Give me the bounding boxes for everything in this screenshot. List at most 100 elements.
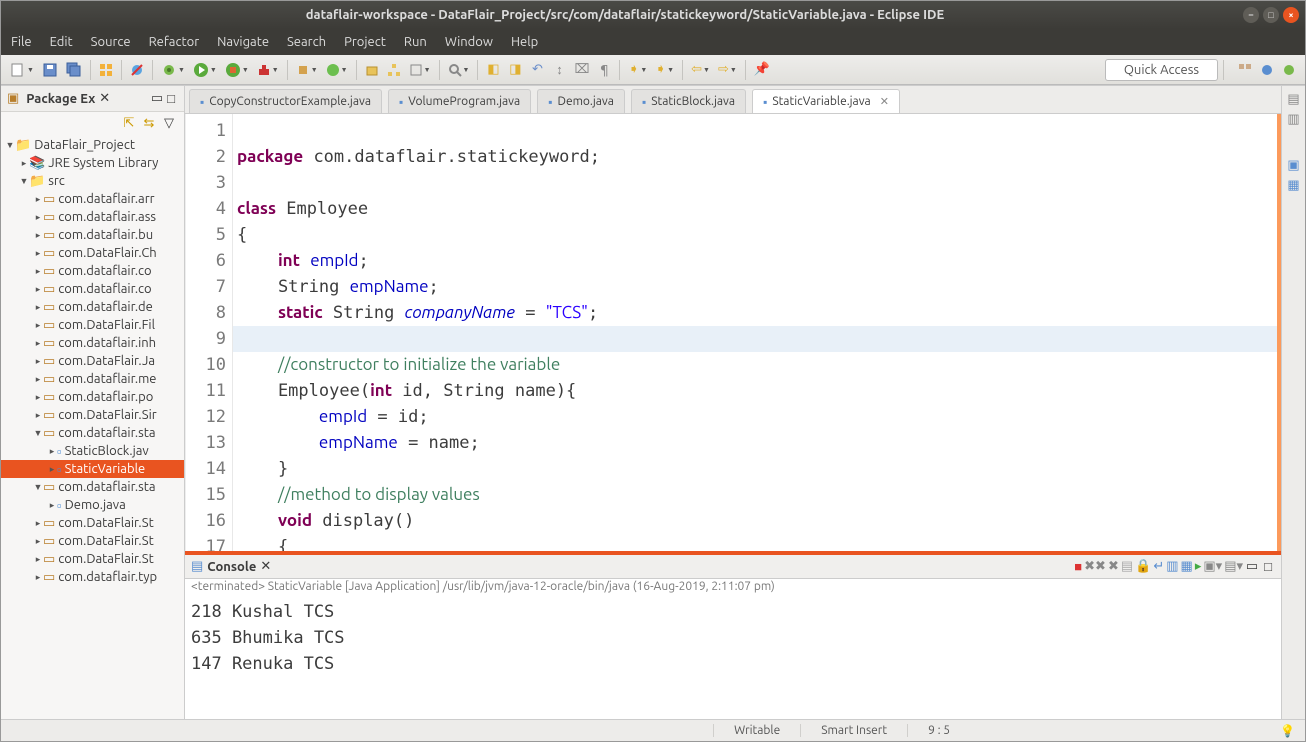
tree-item[interactable]: ▸▭com.DataFlair.St <box>1 532 184 550</box>
java-perspective-button[interactable] <box>1257 59 1277 81</box>
tree-item[interactable]: ▸▭com.dataflair.typ <box>1 568 184 586</box>
debug-perspective-button[interactable] <box>1279 59 1299 81</box>
project-tree[interactable]: ▼📁DataFlair_Project▸📚JRE System Library▼… <box>1 134 184 719</box>
open-type-button[interactable] <box>362 59 382 81</box>
tree-item[interactable]: ▸▭com.dataflair.inh <box>1 334 184 352</box>
tree-item[interactable]: ▸▭com.DataFlair.Fil <box>1 316 184 334</box>
tree-item[interactable]: ▸▭com.dataflair.arr <box>1 190 184 208</box>
tree-item[interactable]: ▸▭com.DataFlair.Sir <box>1 406 184 424</box>
tree-item[interactable]: ▼📁src <box>1 172 184 190</box>
tip-icon[interactable]: 💡 <box>1270 724 1305 738</box>
block-select-button[interactable]: ⌧ <box>571 59 592 81</box>
maximize-console-icon[interactable]: □ <box>1261 560 1275 574</box>
menu-file[interactable]: File <box>11 35 32 49</box>
run-button[interactable]: ▼ <box>190 59 220 81</box>
skip-breakpoints-button[interactable] <box>127 59 147 81</box>
back-button[interactable]: ⇦▼ <box>688 59 713 81</box>
quick-access[interactable]: Quick Access <box>1105 59 1218 81</box>
forward-button[interactable]: ⇨▼ <box>715 59 740 81</box>
tree-item[interactable]: ▸▭com.dataflair.ass <box>1 208 184 226</box>
search-button[interactable]: ▼ <box>445 59 473 81</box>
menu-refactor[interactable]: Refactor <box>149 35 200 49</box>
tree-item[interactable]: ▸▫Demo.java <box>1 496 184 514</box>
terminate-button[interactable]: ■ <box>1074 559 1082 574</box>
menu-navigate[interactable]: Navigate <box>217 35 269 49</box>
link-editor-icon[interactable]: ⇆ <box>142 116 156 130</box>
debug-button[interactable]: ▼ <box>158 59 188 81</box>
view-menu-icon[interactable]: ▽ <box>162 116 176 130</box>
scroll-lock-button[interactable]: 🔒 <box>1135 559 1151 574</box>
coverage-button[interactable]: ▼ <box>222 59 252 81</box>
remove-all-button[interactable]: ✖ <box>1108 559 1119 574</box>
new-class-button[interactable]: ▼ <box>323 59 351 81</box>
tree-item[interactable]: ▸▫StaticVariable <box>1 460 184 478</box>
menu-project[interactable]: Project <box>344 35 386 49</box>
next-button[interactable]: ➧▼ <box>625 59 650 81</box>
open-type-hier-button[interactable] <box>384 59 404 81</box>
tree-item[interactable]: ▸▭com.dataflair.co <box>1 262 184 280</box>
editor-tab[interactable]: ▪VolumeProgram.java <box>388 89 531 113</box>
editor-tab[interactable]: ▪StaticVariable.java✕ <box>752 89 900 113</box>
save-all-button[interactable] <box>63 59 85 81</box>
editor-tab[interactable]: ▪Demo.java <box>537 89 625 113</box>
console-menu-button[interactable]: ▣▾ <box>1203 559 1222 574</box>
prev-button[interactable]: ➧▼ <box>652 59 677 81</box>
tree-item[interactable]: ▼▭com.dataflair.sta <box>1 478 184 496</box>
menu-run[interactable]: Run <box>404 35 427 49</box>
pin-console-button[interactable]: ▥ <box>1166 559 1178 574</box>
last-edit-button[interactable]: ↶ <box>527 59 547 81</box>
bookmarks-strip-icon[interactable]: ▣ <box>1287 158 1301 172</box>
tasks-strip-icon[interactable]: ▥ <box>1287 112 1301 126</box>
switch-layout-button[interactable] <box>96 59 116 81</box>
ext-tools-button[interactable]: ▼ <box>254 59 282 81</box>
outline-strip-icon[interactable]: ▤ <box>1287 92 1301 106</box>
tree-item[interactable]: ▸▭com.dataflair.me <box>1 370 184 388</box>
maximize-button[interactable]: □ <box>1263 7 1279 23</box>
new-console-button[interactable]: ▤▾ <box>1224 559 1243 574</box>
open-task-button[interactable]: ▼ <box>406 59 434 81</box>
clear-console-button[interactable]: ▤ <box>1121 559 1133 574</box>
new-button[interactable]: ▼ <box>7 59 37 81</box>
save-button[interactable] <box>39 59 61 81</box>
tree-item[interactable]: ▸▭com.dataflair.co <box>1 280 184 298</box>
open-perspective-button[interactable] <box>1235 59 1255 81</box>
code-editor[interactable]: 1234567891011121314151617 package com.da… <box>185 114 1281 551</box>
prev-annotation-button[interactable]: ◧ <box>483 59 503 81</box>
new-package-button[interactable]: ▼ <box>293 59 321 81</box>
code-area[interactable]: package com.dataflair.statickeyword; cla… <box>233 114 1277 551</box>
menu-edit[interactable]: Edit <box>50 35 73 49</box>
editor-tab[interactable]: ▪StaticBlock.java <box>631 89 746 113</box>
menu-help[interactable]: Help <box>511 35 538 49</box>
tree-item[interactable]: ▸▭com.DataFlair.Ja <box>1 352 184 370</box>
toggle-mark-button[interactable]: ↕ <box>549 59 569 81</box>
remove-launch-button[interactable]: ✖✖ <box>1084 559 1106 574</box>
tree-item[interactable]: ▸▫StaticBlock.jav <box>1 442 184 460</box>
tree-item[interactable]: ▼📁DataFlair_Project <box>1 136 184 154</box>
show-whitespace-button[interactable]: ¶ <box>594 59 614 81</box>
word-wrap-button[interactable]: ↵ <box>1153 559 1164 574</box>
tree-item[interactable]: ▸▭com.dataflair.de <box>1 298 184 316</box>
menu-search[interactable]: Search <box>287 35 326 49</box>
next-annotation-button[interactable]: ◨ <box>505 59 525 81</box>
maximize-view-icon[interactable]: □ <box>164 92 178 106</box>
problems-strip-icon[interactable]: ▦ <box>1287 178 1301 192</box>
pin-button[interactable]: 📌 <box>751 59 773 81</box>
tree-item[interactable]: ▸▭com.DataFlair.St <box>1 550 184 568</box>
tree-item[interactable]: ▼▭com.dataflair.sta <box>1 424 184 442</box>
display-console-button[interactable]: ▦ <box>1181 559 1193 574</box>
minimize-view-icon[interactable]: ▭ <box>150 92 164 106</box>
close-button[interactable]: × <box>1283 7 1299 23</box>
menu-window[interactable]: Window <box>445 35 493 49</box>
tree-item[interactable]: ▸▭com.dataflair.bu <box>1 226 184 244</box>
console-output[interactable]: 218 Kushal TCS 635 Bhumika TCS 147 Renuk… <box>185 599 1281 719</box>
open-console-button[interactable]: ▸ <box>1195 559 1202 574</box>
menu-source[interactable]: Source <box>91 35 131 49</box>
tree-item[interactable]: ▸▭com.dataflair.po <box>1 388 184 406</box>
minimize-button[interactable]: – <box>1243 7 1259 23</box>
tree-item[interactable]: ▸📚JRE System Library <box>1 154 184 172</box>
tree-item[interactable]: ▸▭com.DataFlair.Ch <box>1 244 184 262</box>
editor-tab[interactable]: ▪CopyConstructorExample.java <box>189 89 382 113</box>
minimize-console-icon[interactable]: ▭ <box>1245 560 1259 574</box>
tree-item[interactable]: ▸▭com.DataFlair.St <box>1 514 184 532</box>
collapse-all-icon[interactable]: ⇱ <box>122 116 136 130</box>
